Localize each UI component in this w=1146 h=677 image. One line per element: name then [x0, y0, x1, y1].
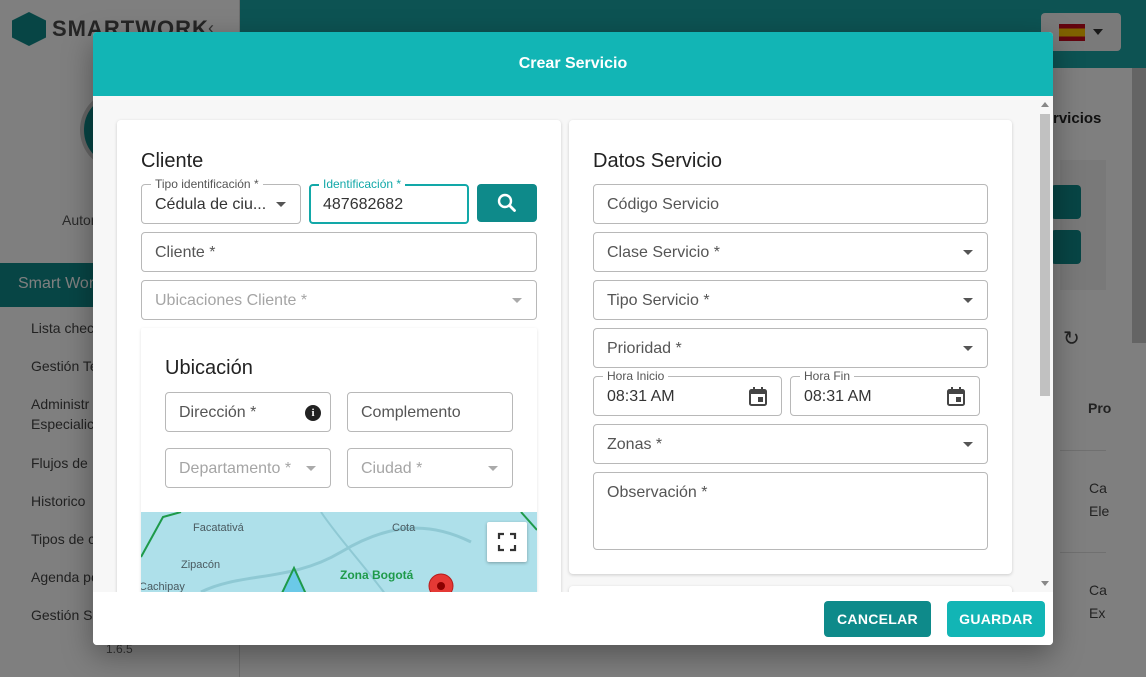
- tipo-identificacion-label: Tipo identificación *: [151, 177, 263, 191]
- complemento-placeholder: Complemento: [361, 404, 461, 421]
- departamento-select[interactable]: Departamento *: [165, 448, 331, 488]
- chevron-down-icon: [963, 250, 973, 255]
- scroll-down-icon[interactable]: [1041, 581, 1049, 586]
- location-map[interactable]: Facatativá Cota Zipacón Cachipay Zona Bo…: [141, 512, 537, 592]
- info-icon[interactable]: i: [305, 405, 321, 421]
- dialog-title: Crear Servicio: [518, 55, 628, 72]
- tipo-identificacion-select[interactable]: Tipo identificación * Cédula de ciu...: [141, 177, 301, 224]
- observacion-textarea[interactable]: Observación *: [593, 472, 988, 550]
- fullscreen-button[interactable]: [487, 522, 527, 562]
- chevron-down-icon: [276, 202, 286, 207]
- tipo-identificacion-value: Cédula de ciu...: [155, 196, 267, 213]
- chevron-down-icon: [306, 466, 316, 471]
- chevron-down-icon: [963, 346, 973, 351]
- dialog-footer: CANCELAR GUARDAR: [93, 592, 1053, 645]
- ubicaciones-placeholder: Ubicaciones Cliente *: [155, 292, 308, 309]
- identificacion-label: Identificación *: [319, 177, 406, 191]
- codigo-placeholder: Código Servicio: [607, 196, 720, 213]
- map-label: Cachipay: [141, 581, 185, 592]
- datos-servicio-card: Datos Servicio Código Servicio Clase Ser…: [569, 120, 1012, 574]
- ciudad-placeholder: Ciudad *: [361, 460, 423, 477]
- calendar-icon[interactable]: [947, 387, 965, 406]
- clase-servicio-select[interactable]: Clase Servicio *: [593, 232, 988, 272]
- map-zone-label: Zona Bogotá: [340, 568, 414, 582]
- datos-servicio-section-title: Datos Servicio: [593, 150, 722, 172]
- hora-inicio-label: Hora Inicio: [603, 369, 669, 383]
- hora-fin-input[interactable]: Hora Fin 08:31 AM: [790, 369, 980, 416]
- ubicacion-section-title: Ubicación: [165, 357, 253, 379]
- map-label: Facatativá: [193, 522, 244, 534]
- hora-inicio-input[interactable]: Hora Inicio 08:31 AM: [593, 369, 782, 416]
- cliente-input[interactable]: Cliente *: [141, 232, 537, 272]
- cliente-section-title: Cliente: [141, 150, 204, 172]
- direccion-input[interactable]: Dirección * i: [165, 392, 331, 432]
- departamento-placeholder: Departamento *: [179, 460, 292, 477]
- scrollbar-thumb[interactable]: [1040, 114, 1050, 396]
- ciudad-select[interactable]: Ciudad *: [347, 448, 513, 488]
- dialog-scrollbar[interactable]: [1039, 98, 1051, 590]
- hora-fin-label: Hora Fin: [800, 369, 855, 383]
- scroll-up-icon[interactable]: [1041, 102, 1049, 107]
- zonas-select[interactable]: Zonas *: [593, 424, 988, 464]
- direccion-placeholder: Dirección *: [179, 404, 257, 421]
- ubicaciones-cliente-select[interactable]: Ubicaciones Cliente *: [141, 280, 537, 320]
- hora-inicio-value: 08:31 AM: [607, 388, 675, 405]
- identificacion-value: 487682682: [323, 196, 404, 213]
- dialog-body: Cliente Tipo identificación * Cédula de …: [93, 96, 1053, 592]
- hora-fin-value: 08:31 AM: [804, 388, 872, 405]
- tipo-servicio-select[interactable]: Tipo Servicio *: [593, 280, 988, 320]
- fullscreen-icon: [497, 532, 517, 552]
- map-label: Zipacón: [181, 559, 221, 571]
- chevron-down-icon: [963, 442, 973, 447]
- clase-placeholder: Clase Servicio *: [607, 244, 720, 261]
- observacion-placeholder: Observación *: [607, 484, 708, 501]
- search-icon: [497, 193, 516, 212]
- cancel-button[interactable]: CANCELAR: [824, 601, 931, 637]
- chevron-down-icon: [963, 298, 973, 303]
- create-service-dialog: Crear Servicio Cliente Tipo identificaci…: [93, 32, 1053, 645]
- prioridad-select[interactable]: Prioridad *: [593, 328, 988, 368]
- chevron-down-icon: [488, 466, 498, 471]
- codigo-servicio-input[interactable]: Código Servicio: [593, 184, 988, 224]
- save-button[interactable]: GUARDAR: [947, 601, 1045, 637]
- prioridad-placeholder: Prioridad *: [607, 340, 682, 357]
- identificacion-input[interactable]: Identificación * 487682682: [309, 177, 469, 224]
- dialog-header: Crear Servicio: [93, 32, 1053, 96]
- chevron-down-icon: [512, 298, 522, 303]
- cliente-placeholder: Cliente *: [155, 244, 216, 261]
- tipo-placeholder: Tipo Servicio *: [607, 292, 710, 309]
- map-label: Cota: [392, 522, 416, 534]
- search-client-button[interactable]: [477, 184, 537, 222]
- calendar-icon[interactable]: [749, 387, 767, 406]
- complemento-input[interactable]: Complemento: [347, 392, 513, 432]
- zonas-placeholder: Zonas *: [607, 436, 663, 453]
- map-pin-icon[interactable]: [427, 572, 455, 592]
